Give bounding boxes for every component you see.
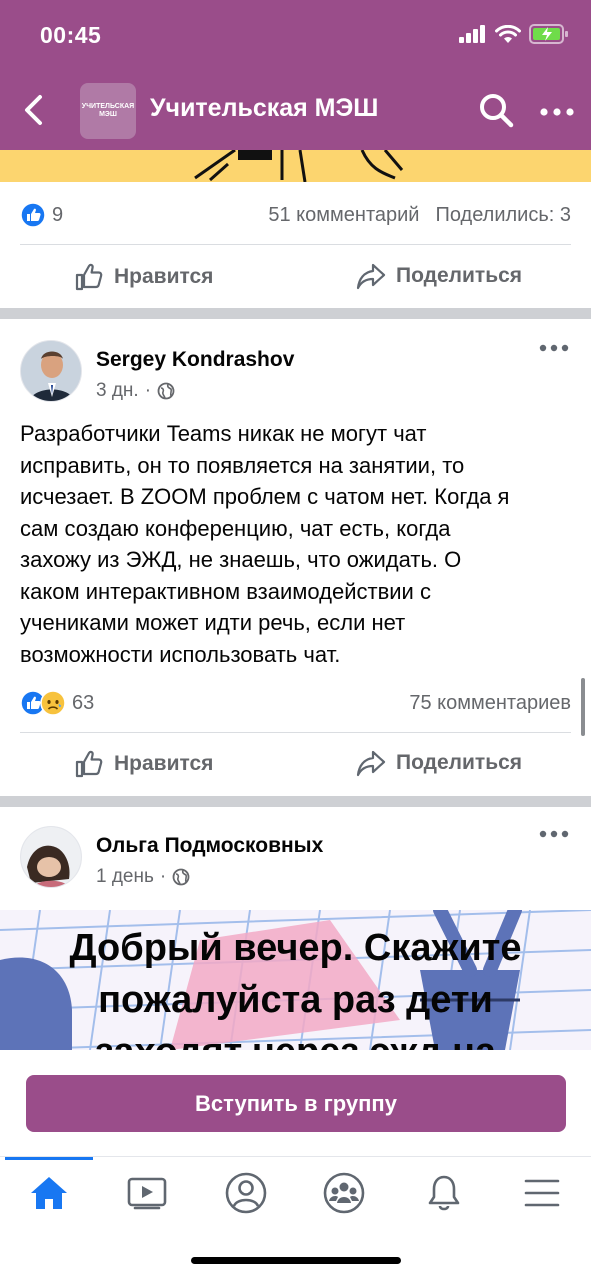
more-options-icon[interactable] [540,108,574,116]
post1-reaction-count: 63 [72,691,95,714]
post1-header: Sergey Kondrashov 3 дн. · [0,340,591,410]
post1-stats: 75 комментариев [409,692,571,715]
divider [20,732,571,733]
like-label: Нравится [114,752,214,775]
battery-icon [529,24,568,44]
post-options-icon[interactable] [539,830,569,838]
profile-icon [225,1172,267,1214]
group-header: УЧИТЕЛЬСКАЯ МЭШ Учительская МЭШ [0,70,591,150]
illustration-fragment [194,150,404,182]
group-avatar[interactable]: УЧИТЕЛЬСКАЯ МЭШ [80,83,136,139]
home-icon [31,1177,67,1209]
like-reaction-icon [20,202,46,228]
menu-icon [524,1179,560,1207]
share-arrow-icon [356,750,386,777]
post1-text-line: каком интерактивном взаимодействии с [20,578,431,604]
signal-icon [459,25,485,43]
post1-text-line: возможности использовать чат. [20,641,341,667]
tab-notifications[interactable] [414,1171,474,1215]
post2-avatar[interactable] [20,826,82,888]
wifi-icon [495,24,521,43]
search-icon[interactable] [478,92,514,128]
post1-share-button[interactable]: Поделиться [356,749,522,777]
post2-author[interactable]: Ольга Подмосковных [96,834,323,858]
like-label: Нравится [114,265,214,288]
post1-comments-count[interactable]: 75 комментариев [409,692,571,715]
prev-post-reactions: 9 51 комментарий Поделились: 3 [0,184,591,244]
post2-time[interactable]: 1 день [96,866,154,888]
post1-text-line: исправить, он то появляется на занятии, … [20,452,465,478]
prev-comments-count[interactable]: 51 комментарий [268,204,419,227]
sad-reaction-icon [40,690,66,716]
post-options-icon[interactable] [539,344,569,352]
prev-like-count: 9 [52,203,64,226]
globe-icon [172,868,190,886]
previous-post-image[interactable] [0,150,591,182]
home-indicator[interactable] [191,1257,401,1264]
join-group-bar: Вступить в группу [0,1050,591,1156]
group-avatar-text: УЧИТЕЛЬСКАЯ МЭШ [81,103,135,118]
share-label: Поделиться [396,264,523,287]
prev-shares-count[interactable]: Поделились: 3 [435,204,571,227]
thumbs-up-icon [75,263,103,291]
post1-reaction-summary[interactable]: 63 [20,690,94,716]
active-tab-indicator [5,1157,93,1160]
tab-menu[interactable] [512,1171,572,1215]
thumbs-up-icon [75,750,103,778]
post1-text-line: Разработчики Teams никак не могут чат [20,421,427,446]
post1-author[interactable]: Sergey Kondrashov [96,348,294,372]
tab-groups[interactable] [314,1171,374,1215]
post2-image[interactable]: Добрый вечер. Скажите пожалуйста раз дет… [0,910,591,1050]
post1-text-line: исчезает. В ZOOM проблем с чатом нет. Ко… [20,484,510,509]
meta-dot: · [159,866,167,887]
prev-like-summary[interactable]: 9 [20,202,63,228]
post2-image-text-line: заходят через эжд на [0,1028,591,1050]
person-photo [21,827,81,887]
prev-like-button[interactable]: Нравится [74,262,213,292]
post-separator [0,308,591,319]
share-arrow-icon [356,263,386,290]
join-group-button[interactable]: Вступить в группу [26,1075,566,1132]
post1-like-button[interactable]: Нравится [74,749,213,779]
post1-text-line: сам создаю конференцию, чат есть, когда [20,515,451,541]
post2-image-text-line: пожалуйста раз дети [98,979,493,1021]
scrollbar[interactable] [581,678,585,736]
prev-post-actions: Нравится Поделиться [0,248,591,308]
tab-video[interactable] [117,1171,177,1215]
bell-icon [428,1175,460,1211]
post1-avatar[interactable] [20,340,82,402]
prev-share-button[interactable]: Поделиться [356,262,522,290]
post1-time[interactable]: 3 дн. [96,380,139,402]
globe-icon [157,382,175,400]
group-title[interactable]: Учительская МЭШ [150,94,378,123]
prev-post-stats: 51 комментарий Поделились: 3 [268,204,571,227]
video-icon [127,1177,167,1210]
post1-text-line: учениками может идти речь, если нет [20,610,406,635]
back-arrow-icon[interactable] [20,94,50,126]
post1-text: Разработчики Teams никак не могут чат ис… [20,418,580,670]
groups-icon [323,1172,365,1214]
tab-profile[interactable] [216,1171,276,1215]
status-bar: 00:45 [0,0,591,70]
post-separator [0,796,591,807]
share-label: Поделиться [396,751,523,774]
post1-text-line: захожу из ЭЖД, не знаешь, что ожидать. О [20,547,462,572]
post1-reactions: 63 75 комментариев [0,672,591,732]
meta-dot: · [144,380,152,401]
status-time: 00:45 [40,22,102,48]
divider [20,244,571,245]
post1-meta: 3 дн. · [96,380,175,402]
status-icons [459,24,569,44]
post1-actions: Нравится Поделиться [0,735,591,795]
post2-header: Ольга Подмосковных 1 день · [0,826,591,896]
post2-image-text-line: Добрый вечер. Скажите [69,927,522,969]
tab-home[interactable] [19,1171,79,1215]
post2-meta: 1 день · [96,866,190,888]
person-photo [21,341,81,401]
